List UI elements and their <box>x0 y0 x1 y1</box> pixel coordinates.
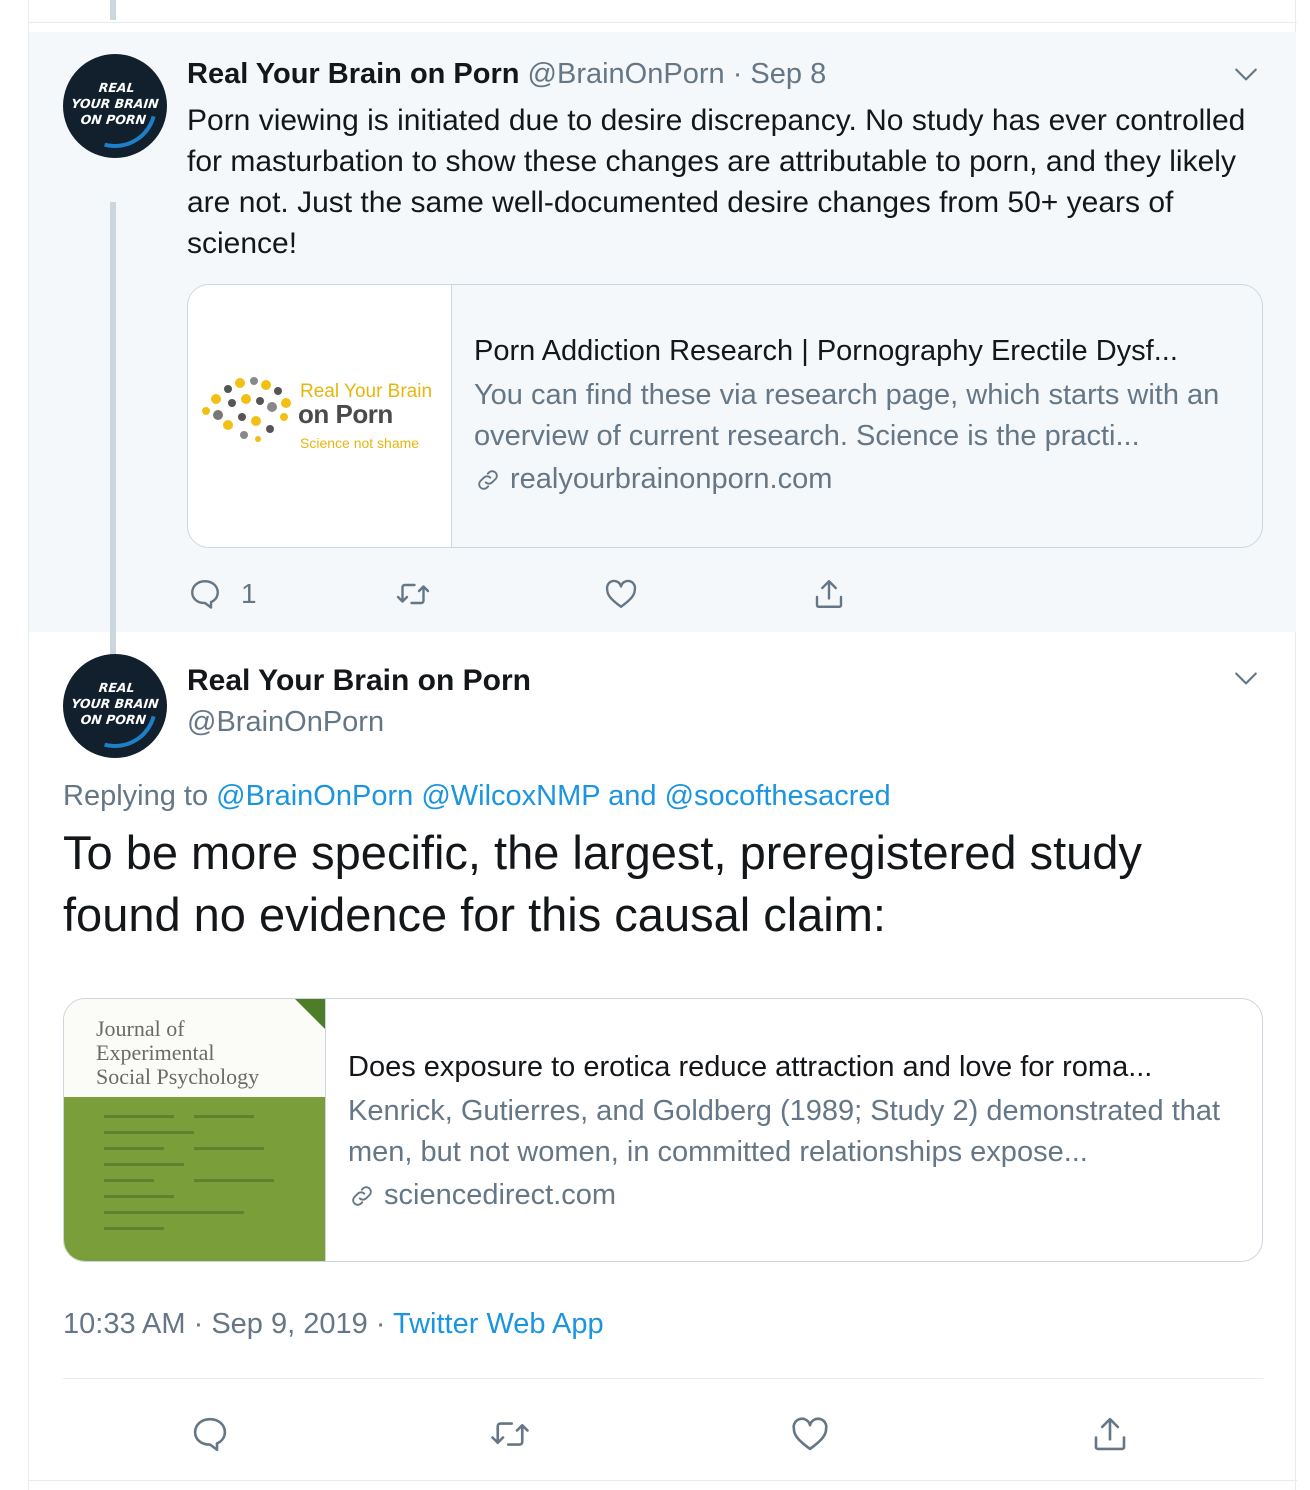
like-button[interactable] <box>789 1413 1089 1455</box>
card-title: Does exposure to erotica reduce attracti… <box>348 1051 1153 1083</box>
retweet-button[interactable] <box>395 576 603 612</box>
divider <box>29 1480 1297 1481</box>
card-body: Does exposure to erotica reduce attracti… <box>326 999 1262 1261</box>
share-button[interactable] <box>811 576 871 612</box>
retweet-button[interactable] <box>489 1413 789 1455</box>
avatar-logo: REAL YOUR BRAIN ON PORN <box>70 680 160 727</box>
link-icon <box>478 469 498 490</box>
link-card[interactable]: Journal of Experimental Social Psycholog… <box>63 998 1263 1262</box>
retweet-icon <box>396 583 430 605</box>
chevron-down-icon[interactable] <box>1233 666 1259 692</box>
chevron-down-icon[interactable] <box>1233 62 1259 88</box>
mention-link[interactable]: @BrainOnPorn <box>216 780 413 812</box>
reply-icon <box>191 580 219 609</box>
card-domain: realyourbrainonporn.com <box>474 463 1240 496</box>
card-domain: sciencedirect.com <box>348 1179 1240 1212</box>
tweet-date[interactable]: Sep 9, 2019 <box>211 1308 367 1340</box>
link-card[interactable]: Real Your Brain on Porn Science not sham… <box>187 284 1263 548</box>
divider <box>29 22 1297 23</box>
tweet-source[interactable]: Twitter Web App <box>393 1308 604 1340</box>
like-icon <box>792 1417 828 1451</box>
handle[interactable]: @BrainOnPorn <box>187 706 384 739</box>
mention-link[interactable]: @socofthesacred <box>665 780 891 812</box>
mention-link[interactable]: @WilcoxNMP <box>421 780 600 812</box>
brand-logo: Real Your Brain on Porn Science not sham… <box>198 371 442 461</box>
card-body: Porn Addiction Research | Pornography Er… <box>452 285 1262 547</box>
display-name[interactable]: Real Your Brain on Porn <box>187 58 519 90</box>
thread-line <box>110 202 116 674</box>
replying-to: Replying to @BrainOnPorn @WilcoxNMP and … <box>63 780 891 812</box>
share-icon <box>1094 1417 1126 1451</box>
card-title: Porn Addiction Research | Pornography Er… <box>474 335 1178 367</box>
reply-button[interactable]: 1 <box>187 576 395 612</box>
tweet-text: To be more specific, the largest, prereg… <box>63 826 1142 941</box>
handle[interactable]: @BrainOnPorn <box>528 58 725 90</box>
tweet-text: Porn viewing is initiated due to desire … <box>187 104 1246 260</box>
display-name[interactable]: Real Your Brain on Porn <box>187 664 531 698</box>
retweet-icon <box>491 1422 529 1446</box>
journal-cover-title: Journal of Experimental Social Psycholog… <box>96 1016 260 1089</box>
avatar[interactable]: REAL YOUR BRAIN ON PORN <box>63 654 167 758</box>
journal-cover <box>64 1097 325 1261</box>
tweet-date[interactable]: Sep 8 <box>750 58 826 90</box>
reply-icon <box>193 1417 227 1452</box>
brain-dots-icon <box>202 377 291 442</box>
tweet-time[interactable]: 10:33 AM <box>63 1308 186 1340</box>
card-description: Kenrick, Gutierres, and Goldberg (1989; … <box>348 1095 1221 1168</box>
avatar[interactable]: REAL YOUR BRAIN ON PORN <box>63 54 167 158</box>
tweet-actions: 1 <box>187 572 871 616</box>
timeline-column: REAL YOUR BRAIN ON PORN Real Your Brain … <box>28 0 1297 1490</box>
avatar-logo: REAL YOUR BRAIN ON PORN <box>70 80 160 127</box>
tweet-actions <box>189 1410 1149 1458</box>
reply-count: 1 <box>241 578 257 609</box>
thread-line <box>110 0 116 20</box>
divider <box>63 1378 1263 1379</box>
card-description: You can find these via research page, wh… <box>474 379 1220 452</box>
card-image: Real Your Brain on Porn Science not sham… <box>188 285 452 547</box>
tweet-timestamp: 10:33 AM · Sep 9, 2019 · Twitter Web App <box>63 1308 604 1340</box>
tweet-header: Real Your Brain on Porn @BrainOnPorn · S… <box>187 58 827 90</box>
share-icon <box>815 580 843 608</box>
card-image: Journal of Experimental Social Psycholog… <box>64 999 326 1261</box>
like-icon <box>605 579 637 608</box>
link-icon <box>352 1185 372 1206</box>
share-button[interactable] <box>1089 1413 1149 1455</box>
like-button[interactable] <box>603 576 811 612</box>
reply-button[interactable] <box>189 1413 489 1455</box>
parent-tweet[interactable]: REAL YOUR BRAIN ON PORN Real Your Brain … <box>29 32 1296 674</box>
